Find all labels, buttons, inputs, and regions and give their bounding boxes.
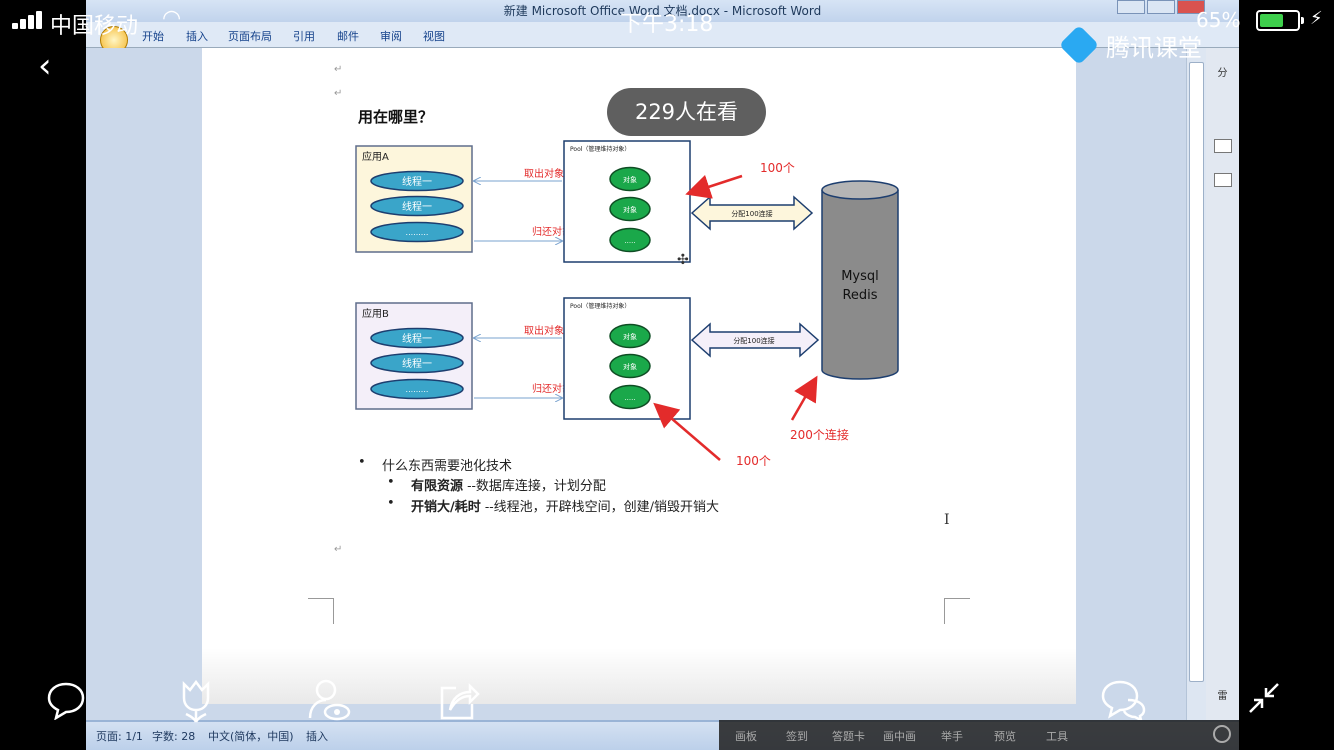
toolbar-whiteboard[interactable]: 画板 [735,728,757,744]
brand-logo: 腾讯课堂 [1058,24,1202,66]
app-a-title: 应用A [362,150,389,163]
pool-label: Pool（管理维持对象） [570,302,630,310]
classroom-toolbar: 画板 签到 答题卡 画中画 举手 预览 工具 [719,720,1239,750]
toolbar-answer-card[interactable]: 答题卡 [832,728,865,744]
battery-percent: 65% [1196,8,1241,32]
back-icon[interactable]: ‹ [38,46,52,86]
thread-label: ......... [406,228,429,237]
signal-icon [12,11,46,29]
take-label: 取出对象 [524,167,564,180]
db-label-mysql: Mysql [841,269,879,284]
database-cylinder [821,190,899,380]
phone-clock: 下午3:18 [620,12,714,37]
database-top [821,180,899,200]
thread-label: 线程一 [402,175,432,188]
pool-object-label: 对象 [623,175,637,184]
db-label-redis: Redis [842,288,877,303]
toolbar-checkin[interactable]: 签到 [786,728,808,744]
bullet-marker: • [387,475,395,490]
bullet-3: 开销大/耗时 --线程池，开辟栈空间，创建/销毁开销大 [411,496,719,515]
bullet-marker: • [358,455,366,470]
annotation-100-bottom: 100个 [736,454,771,468]
chat-icon[interactable] [46,680,86,720]
pool-object-label: ..... [624,237,635,245]
take-label: 取出对象 [524,324,564,337]
discussion-icon[interactable] [1100,678,1148,720]
thread-label: 线程一 [402,357,432,370]
bullet-3-bold: 开销大/耗时 [411,500,481,515]
collapse-icon[interactable] [1246,680,1282,716]
screen: 新建 Microsoft Office Word 文档.docx - Micro… [0,0,1334,750]
bullet-2: 有限资源 --数据库连接，计划分配 [411,475,606,494]
thread-label: ......... [406,385,429,394]
alloc-label: 分配100连接 [733,336,774,345]
pool-object-label: 对象 [623,332,637,341]
brand-name: 腾讯课堂 [1106,33,1202,62]
tencent-class-icon [1058,24,1100,66]
flower-icon[interactable] [176,680,216,724]
pool-object-label: 对象 [623,362,637,371]
margin-corner [308,598,334,624]
bullet-1: 什么东西需要池化技术 [382,459,513,474]
carrier-name: 中国移动 [50,14,139,39]
toolbar-raise-hand[interactable]: 举手 [941,728,963,744]
annotation-100-top: 100个 [760,161,795,175]
pool-object-label: 对象 [623,205,637,214]
toolbar-pip[interactable]: 画中画 [883,728,916,744]
pool-label: Pool（管理维持对象） [570,145,630,153]
bullet-2-bold: 有限资源 [411,479,464,494]
battery-icon [1256,10,1304,31]
annotation-200: 200个连接 [790,427,849,442]
toolbar-tools[interactable]: 工具 [1046,728,1068,744]
margin-corner [944,598,970,624]
bullet-3-rest: --线程池，开辟栈空间，创建/销毁开销大 [480,500,720,515]
viewer-count-badge: 229人在看 [607,88,766,136]
watch-mode-icon[interactable] [306,678,352,722]
paragraph-mark: ↵ [334,544,343,555]
move-cursor-icon: ✣ [677,252,689,268]
bullet-marker: • [387,496,395,511]
pool-object-label: ..... [624,394,635,402]
text-cursor-icon: I [944,512,950,528]
charging-icon: ⚡ [1310,8,1323,29]
thread-label: 线程一 [402,332,432,345]
annotation-arrow [790,375,818,421]
bullet-2-rest: --数据库连接，计划分配 [463,479,606,494]
wifi-icon: ◠ [162,6,182,31]
annotation-arrow [685,174,743,199]
power-icon[interactable] [1213,725,1231,743]
thread-label: 线程一 [402,200,432,213]
toolbar-preview[interactable]: 预览 [994,728,1016,744]
app-b-title: 应用B [362,307,389,320]
battery-fill [1260,14,1284,27]
share-icon[interactable] [438,680,480,722]
alloc-label: 分配100连接 [731,209,772,218]
